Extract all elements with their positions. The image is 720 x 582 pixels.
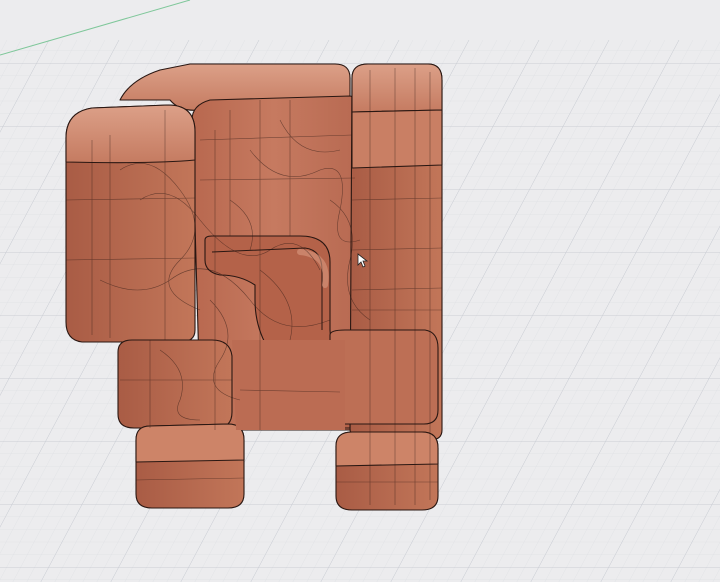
3d-viewport[interactable] <box>0 0 720 582</box>
model-right-lip[interactable] <box>329 329 439 425</box>
